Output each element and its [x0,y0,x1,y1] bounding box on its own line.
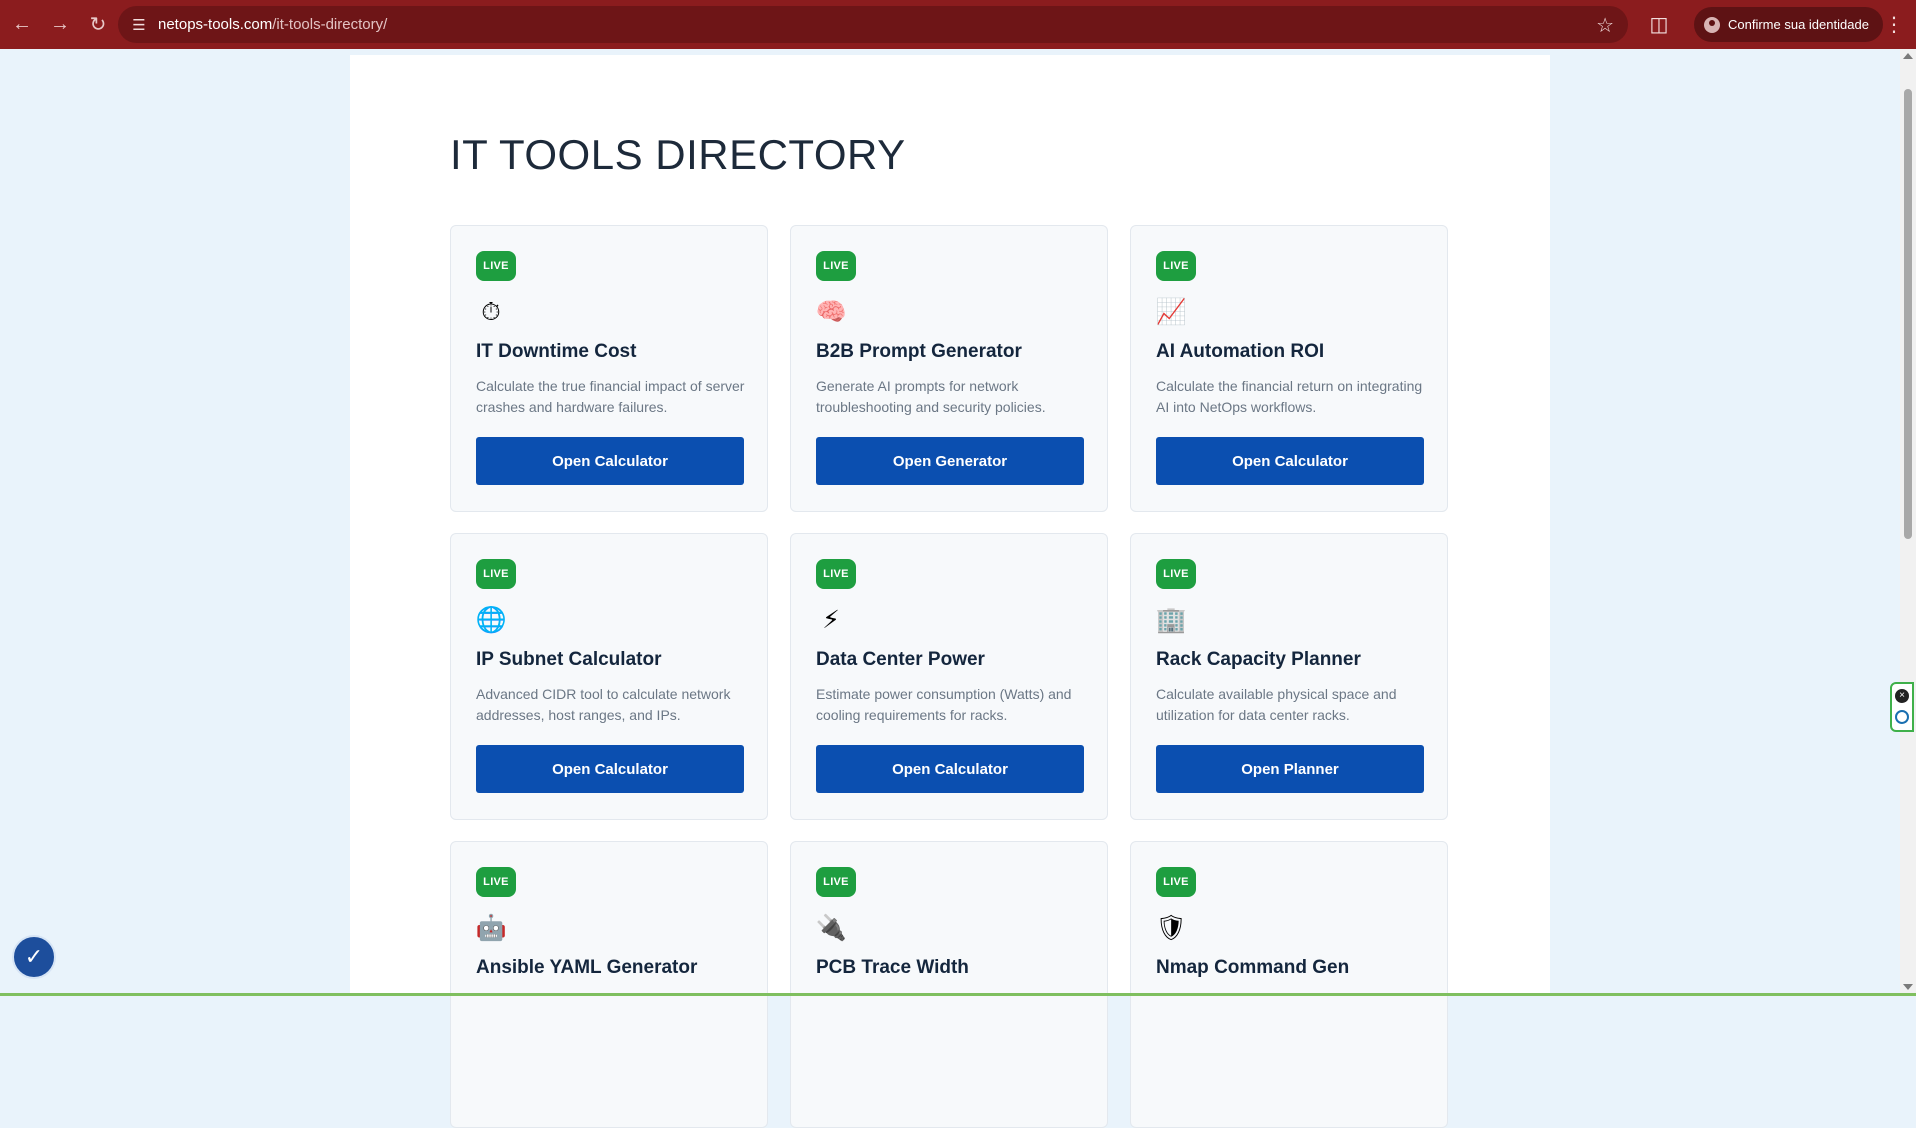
browser-menu-icon[interactable]: ⋮ [1884,12,1904,37]
tool-card: LIVE 🤖 Ansible YAML Generator [450,841,768,1128]
reload-icon[interactable]: ↻ [80,7,116,43]
tool-title: Nmap Command Gen [1156,957,1350,978]
tool-description: Estimate power consumption (Watts) and c… [816,686,1072,723]
tool-icon: ⚡ [822,606,840,634]
tool-title: Data Center Power [816,649,985,670]
site-settings-icon[interactable]: ☰ [128,14,150,36]
identity-button[interactable]: Confirme sua identidade [1694,7,1883,42]
tool-description: Generate AI prompts for network troubles… [816,378,1046,415]
back-icon[interactable]: ← [4,7,40,43]
identity-label: Confirme sua identidade [1728,17,1869,32]
live-badge: LIVE [476,559,516,589]
tool-description: Calculate the true financial impact of s… [476,378,745,415]
live-badge: LIVE [1156,867,1196,897]
tool-icon: 🌐 [475,605,507,634]
tool-title: B2B Prompt Generator [816,341,1022,362]
page-scrollbar[interactable] [1900,49,1916,996]
live-badge: LIVE [476,251,516,281]
tool-description: Calculate available physical space and u… [1156,686,1397,723]
scrollbar-thumb[interactable] [1904,89,1912,539]
tool-card: LIVE ⚡ Data Center Power Estimate power con… [790,533,1108,820]
scroll-down-arrow-icon[interactable] [1903,984,1913,990]
live-badge: LIVE [816,251,856,281]
open-tool-button[interactable]: Open Calculator [476,745,744,793]
live-badge: LIVE [1156,251,1196,281]
extensions-icon[interactable]: ◫ [1645,10,1673,38]
open-tool-button[interactable]: Open Generator [816,437,1084,485]
url-text[interactable]: netops-tools.com/it-tools-directory/ [158,16,387,33]
tool-card: LIVE 🏢 Rack Capacity Planner Calculate avai… [1130,533,1448,820]
live-badge: LIVE [1156,559,1196,589]
tool-card: LIVE ⏱ IT Downtime Cost Calculate the true … [450,225,768,512]
page-title: IT TOOLS DIRECTORY [450,131,906,178]
tool-title: Rack Capacity Planner [1156,649,1361,670]
address-bar[interactable]: ☰ netops-tools.com/it-tools-directory/ ☆ [118,6,1628,43]
tool-icon: 🤖 [475,913,507,942]
accessibility-icon: ✓ [24,944,44,969]
tool-icon: 🛡 [1155,913,1187,942]
live-badge: LIVE [816,559,856,589]
tool-title: PCB Trace Width [816,957,969,978]
tool-description: Advanced CIDR tool to calculate network … [476,686,731,723]
widget-close-icon[interactable]: × [1895,689,1909,703]
tool-icon: 🏢 [1155,605,1187,634]
tool-card: LIVE 🛡 Nmap Command Gen [1130,841,1448,1128]
tool-description: Calculate the financial return on integr… [1156,378,1423,415]
tool-icon: 🔌 [815,913,847,942]
url-path: /it-tools-directory/ [272,16,388,33]
open-tool-button[interactable]: Open Planner [1156,745,1424,793]
live-badge: LIVE [816,867,856,897]
tool-icon: 📈 [1155,297,1187,326]
forward-icon[interactable]: → [42,7,78,43]
open-tool-button[interactable]: Open Calculator [816,745,1084,793]
tool-title: AI Automation ROI [1156,341,1325,362]
tool-title: Ansible YAML Generator [476,957,698,978]
open-tool-button[interactable]: Open Calculator [476,437,744,485]
bookmark-star-icon[interactable]: ☆ [1596,13,1614,38]
side-widget[interactable]: × [1890,682,1914,732]
url-domain: netops-tools.com [158,16,273,33]
live-badge: LIVE [476,867,516,897]
tool-card: LIVE 🌐 IP Subnet Calculator Advanced CIDR t… [450,533,768,820]
accessibility-button[interactable]: ✓ [12,935,56,979]
tool-icon: ⏱ [481,297,501,326]
tool-card: LIVE 🔌 PCB Trace Width [790,841,1108,1128]
tool-card: LIVE 📈 AI Automation ROI Calculate the fina… [1130,225,1448,512]
open-tool-button[interactable]: Open Calculator [1156,437,1424,485]
tool-title: IT Downtime Cost [476,341,637,362]
tool-icon: 🧠 [815,297,847,326]
tool-card: LIVE 🧠 B2B Prompt Generator Generate AI pro… [790,225,1108,512]
widget-icon[interactable] [1895,710,1909,724]
scroll-up-arrow-icon[interactable] [1903,53,1913,59]
avatar-icon [1704,16,1720,33]
tool-title: IP Subnet Calculator [476,649,662,670]
